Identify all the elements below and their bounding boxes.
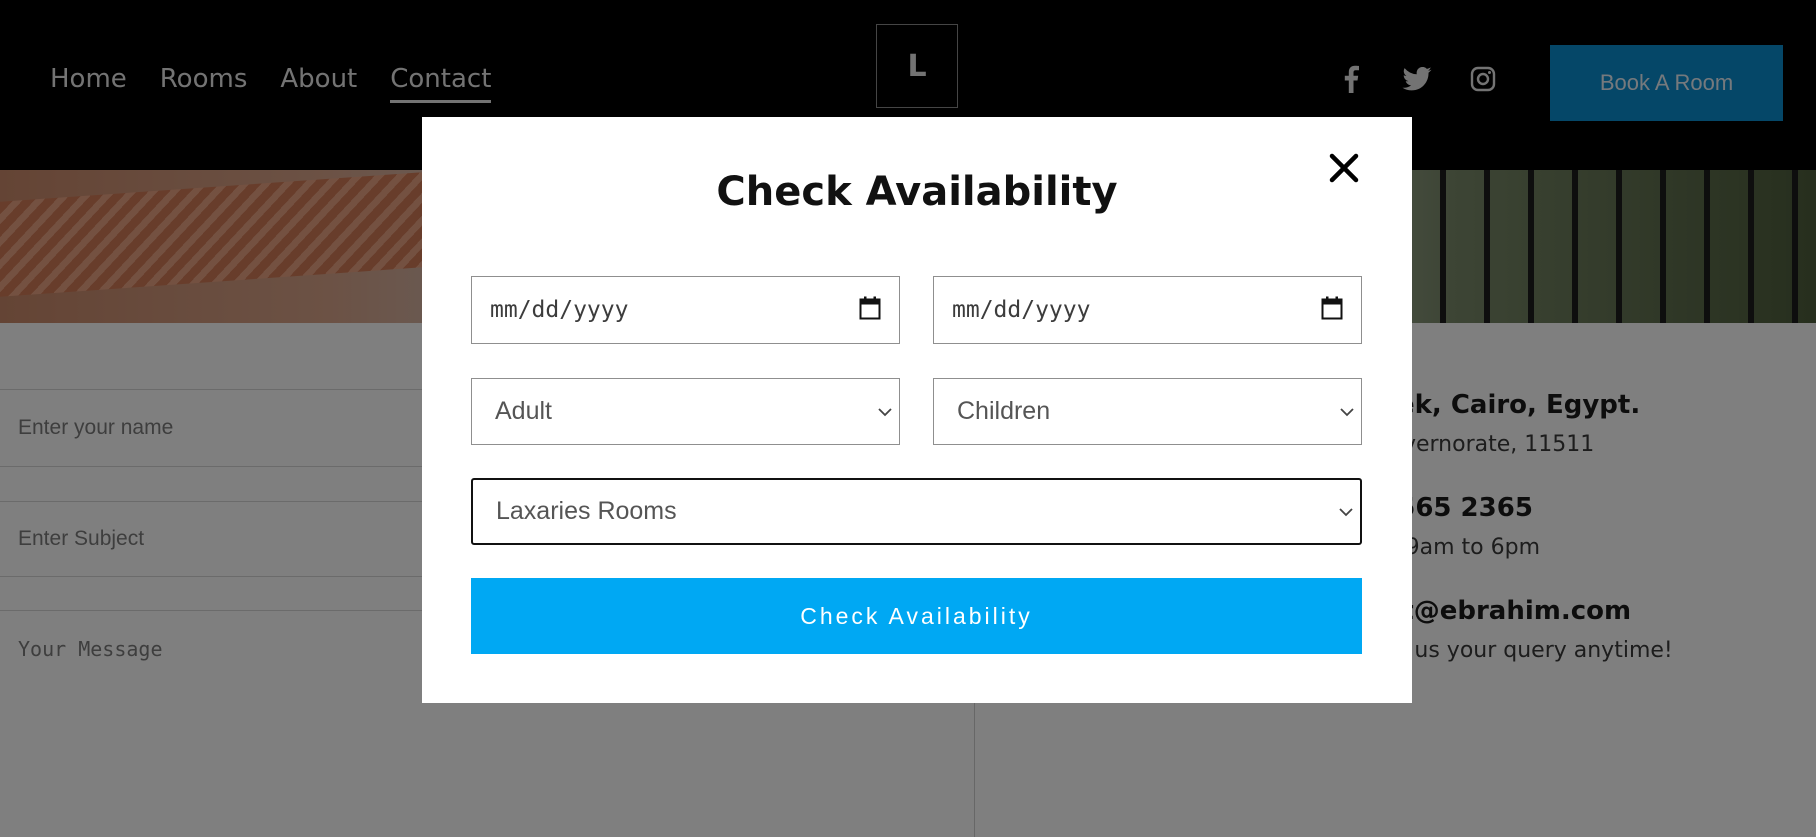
calendar-icon[interactable] bbox=[1321, 296, 1343, 324]
checkout-date-input[interactable]: mm/dd/yyyy bbox=[933, 276, 1362, 344]
room-type-select-value: Laxaries Rooms bbox=[496, 497, 677, 525]
calendar-icon[interactable] bbox=[859, 296, 881, 324]
modal-title: Check Availability bbox=[716, 169, 1118, 215]
chevron-down-icon bbox=[877, 402, 893, 421]
children-select-value: Children bbox=[957, 397, 1051, 425]
room-type-select[interactable]: Laxaries Rooms bbox=[471, 478, 1362, 545]
checkin-date-input[interactable]: mm/dd/yyyy bbox=[471, 276, 900, 344]
chevron-down-icon bbox=[1339, 402, 1355, 421]
checkin-date-placeholder: mm/dd/yyyy bbox=[490, 297, 629, 323]
adult-select[interactable]: Adult bbox=[471, 378, 900, 445]
adult-select-value: Adult bbox=[495, 397, 552, 425]
chevron-down-icon bbox=[1338, 502, 1354, 521]
check-availability-modal: Check Availability mm/dd/yyyy mm/dd/yyyy… bbox=[422, 117, 1412, 703]
checkout-date-placeholder: mm/dd/yyyy bbox=[952, 297, 1091, 323]
check-availability-button[interactable]: Check Availability bbox=[471, 578, 1362, 654]
children-select[interactable]: Children bbox=[933, 378, 1362, 445]
